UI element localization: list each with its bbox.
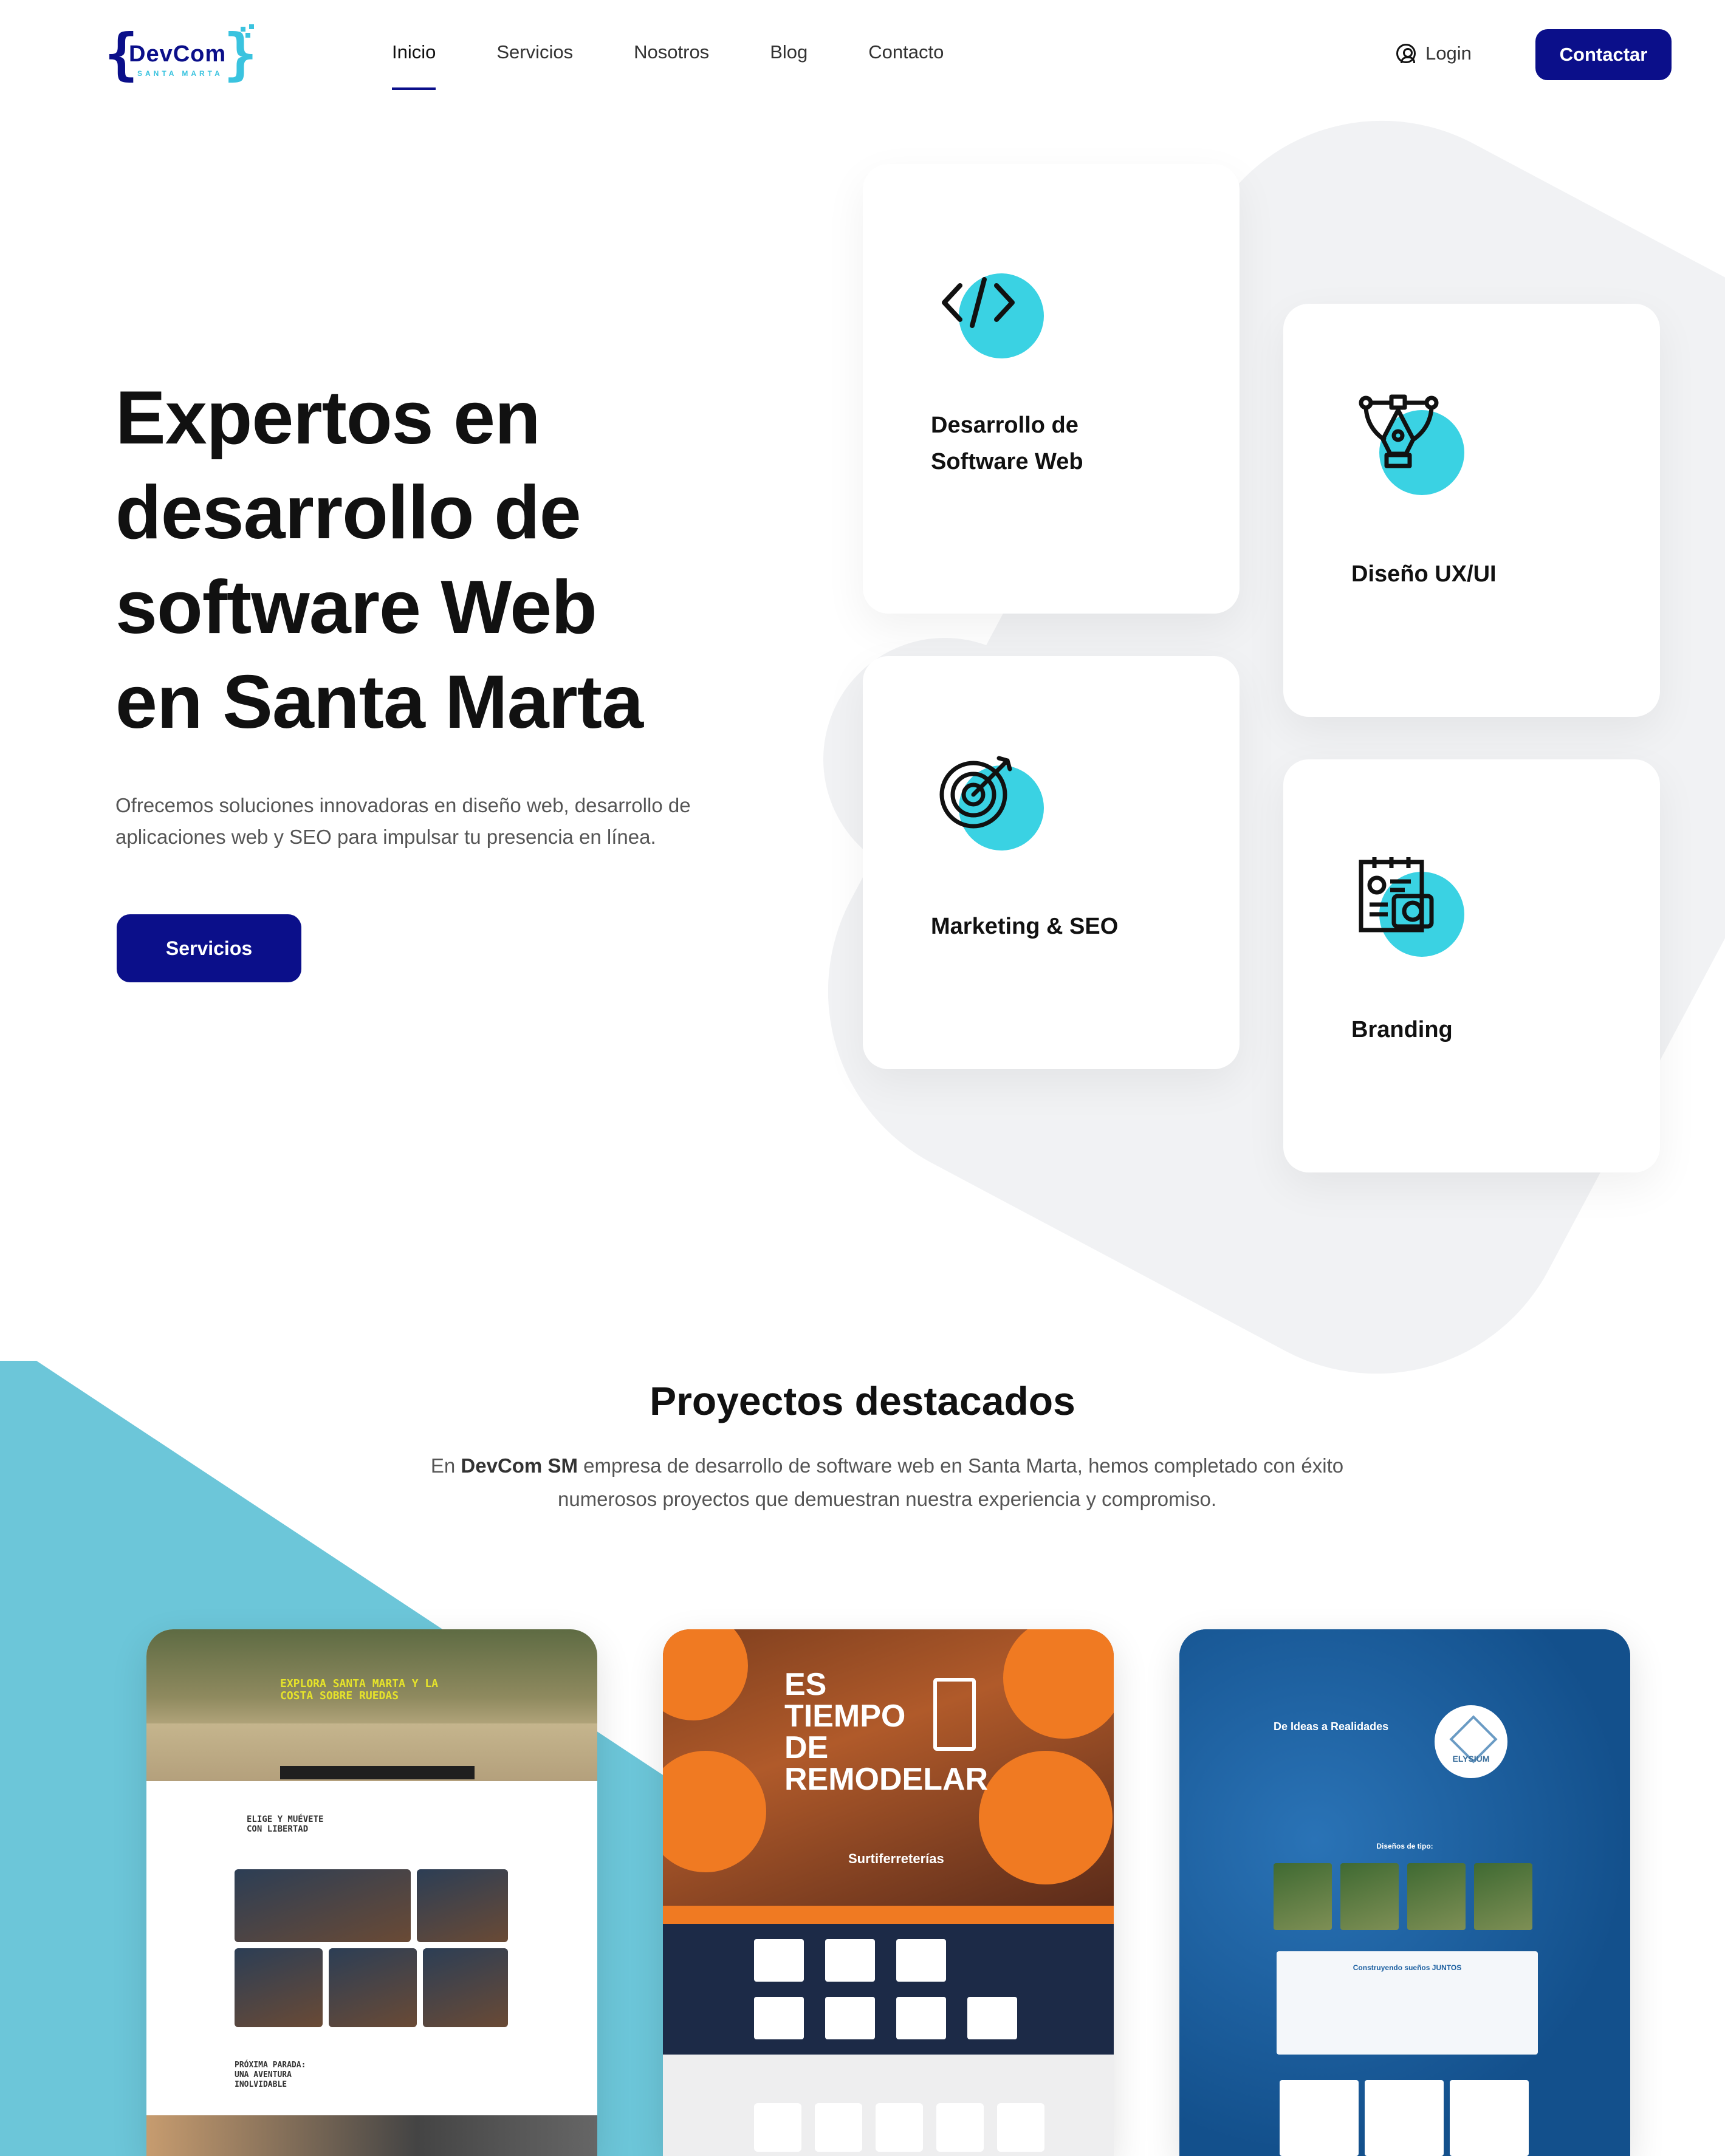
project-rental-tile xyxy=(235,1869,411,1942)
project-elysium-feature xyxy=(1280,2080,1359,2156)
project-rental-section-2: CON LIBERTAD xyxy=(247,1824,309,1834)
service-label-uxui-line-1: Diseño UX/UI xyxy=(1351,561,1497,587)
service-label-web-line-1: Desarrollo de xyxy=(931,412,1079,438)
service-card-uxui[interactable]: Diseño UX/UI xyxy=(1283,304,1660,717)
project-card-surtiferreterias[interactable]: ES TIEMPO DE REMODELAR Surtiferreterías xyxy=(663,1629,1114,2156)
contactar-button[interactable]: Contactar xyxy=(1535,29,1672,80)
devcom-logo[interactable]: { DevCom SANTA MARTA } xyxy=(105,24,259,85)
top-nav: { DevCom SANTA MARTA } Inicio Servicios … xyxy=(0,0,1725,109)
projects-desc-pre: En xyxy=(430,1454,461,1477)
projects-description: En DevCom SM empresa de desarrollo de so… xyxy=(389,1449,1385,1516)
project-rental-tile xyxy=(417,1869,508,1942)
project-card-rental[interactable]: EXPLORA SANTA MARTA Y LA COSTA SOBRE RUE… xyxy=(146,1629,597,2156)
project-rental-tile xyxy=(329,1948,417,2027)
project-rental-next-1: PRÓXIMA PARADA: xyxy=(235,2061,306,2070)
servicios-button[interactable]: Servicios xyxy=(117,914,301,982)
nav-blog[interactable]: Blog xyxy=(770,41,808,63)
service-label-web: Desarrollo de Software Web xyxy=(931,407,1186,480)
user-circle-icon xyxy=(1396,44,1416,63)
target-icon xyxy=(936,747,1044,850)
hero-title-line-2: desarrollo de xyxy=(115,471,581,555)
project-rental-tile xyxy=(235,1948,323,2027)
project-surti-brand: Surtiferreterías xyxy=(848,1851,944,1866)
project-elysium-logo xyxy=(1435,1705,1507,1778)
project-rental-tabs xyxy=(280,1766,475,1779)
nav-nosotros[interactable]: Nosotros xyxy=(634,41,709,63)
project-rental-section: ELIGE Y MUÉVETE CON LIBERTAD xyxy=(247,1815,323,1834)
project-elysium-thumb xyxy=(1474,1863,1532,1930)
project-rental-next-3: INOLVIDABLE xyxy=(235,2080,287,2089)
branding-icon xyxy=(1356,854,1464,957)
service-label-branding: Branding xyxy=(1351,1011,1607,1048)
projects-desc-post: empresa de desarrollo de software web en… xyxy=(557,1454,1344,1510)
service-label-seo: Marketing & SEO xyxy=(931,908,1186,945)
project-elysium-background xyxy=(1179,1629,1630,2156)
nav-servicios[interactable]: Servicios xyxy=(496,41,573,63)
project-elysium-thumb xyxy=(1340,1863,1399,1930)
project-elysium-thumb xyxy=(1407,1863,1466,1930)
nav-inicio[interactable]: Inicio xyxy=(392,41,436,90)
logo-name: DevCom xyxy=(129,41,227,67)
projects-desc-brand: DevCom SM xyxy=(461,1454,578,1477)
project-rental-footer-image xyxy=(146,2115,597,2156)
project-surti-promotions xyxy=(663,2055,1114,2156)
hero-title-line-3: software Web xyxy=(115,566,597,649)
hero-title-line-4: en Santa Marta xyxy=(115,660,643,744)
code-icon xyxy=(936,255,1044,358)
project-rental-headline-2: COSTA SOBRE RUEDAS xyxy=(280,1689,399,1702)
hero-title-line-1: Expertos en xyxy=(115,376,541,460)
project-surti-band xyxy=(663,1906,1114,1924)
project-card-elysium[interactable]: De Ideas a Realidades ELYSIUM Diseños de… xyxy=(1179,1629,1630,2156)
project-surti-products-area xyxy=(663,1924,1114,2055)
main-menu: Inicio Servicios Nosotros Blog Contacto xyxy=(392,41,1004,90)
project-rental-headline-1: EXPLORA SANTA MARTA Y LA xyxy=(280,1677,439,1690)
project-elysium-panel: Construyendo sueños JUNTOS xyxy=(1277,1951,1538,2055)
projects-title: Proyectos destacados xyxy=(650,1378,1075,1423)
login-link[interactable]: Login xyxy=(1396,43,1472,64)
hourglass-icon xyxy=(933,1678,976,1751)
service-card-web[interactable]: Desarrollo de Software Web xyxy=(863,164,1240,614)
service-label-web-line-2: Software Web xyxy=(931,449,1083,474)
service-card-seo[interactable]: Marketing & SEO xyxy=(863,656,1240,1069)
project-surti-headline-4: REMODELAR xyxy=(784,1762,989,1797)
project-elysium-thumb xyxy=(1274,1863,1332,1930)
service-label-branding-line-1: Branding xyxy=(1351,1017,1453,1042)
service-label-seo-line-1: Marketing & SEO xyxy=(931,914,1119,939)
project-rental-hero-image xyxy=(146,1629,597,1781)
project-rental-next-2: UNA AVENTURA xyxy=(235,2070,292,2079)
logo-tagline: SANTA MARTA xyxy=(137,69,223,78)
project-rental-next: PRÓXIMA PARADA: UNA AVENTURA INOLVIDABLE xyxy=(235,2061,306,2090)
project-elysium-logo-text: ELYSIUM xyxy=(1452,1754,1490,1764)
project-rental-tile xyxy=(423,1948,508,2027)
project-rental-headline: EXPLORA SANTA MARTA Y LA COSTA SOBRE RUE… xyxy=(280,1678,438,1702)
logo-pixels-icon xyxy=(235,24,259,49)
project-elysium-panel-title: Construyendo sueños JUNTOS xyxy=(1353,1963,1462,1972)
nav-contacto[interactable]: Contacto xyxy=(868,41,944,63)
service-card-branding[interactable]: Branding xyxy=(1283,759,1660,1172)
project-elysium-feature xyxy=(1365,2080,1444,2156)
hero-title: Expertos en desarrollo de software Web e… xyxy=(115,371,753,750)
login-label: Login xyxy=(1425,43,1472,64)
service-label-uxui: Diseño UX/UI xyxy=(1351,556,1607,592)
project-elysium-headline: De Ideas a Realidades xyxy=(1274,1720,1389,1733)
pen-tool-icon xyxy=(1356,392,1464,495)
project-elysium-feature xyxy=(1450,2080,1529,2156)
project-elysium-section: Diseños de tipo: xyxy=(1376,1842,1433,1850)
hero-description: Ofrecemos soluciones innovadoras en dise… xyxy=(115,794,691,848)
project-rental-section-1: ELIGE Y MUÉVETE xyxy=(247,1815,324,1824)
